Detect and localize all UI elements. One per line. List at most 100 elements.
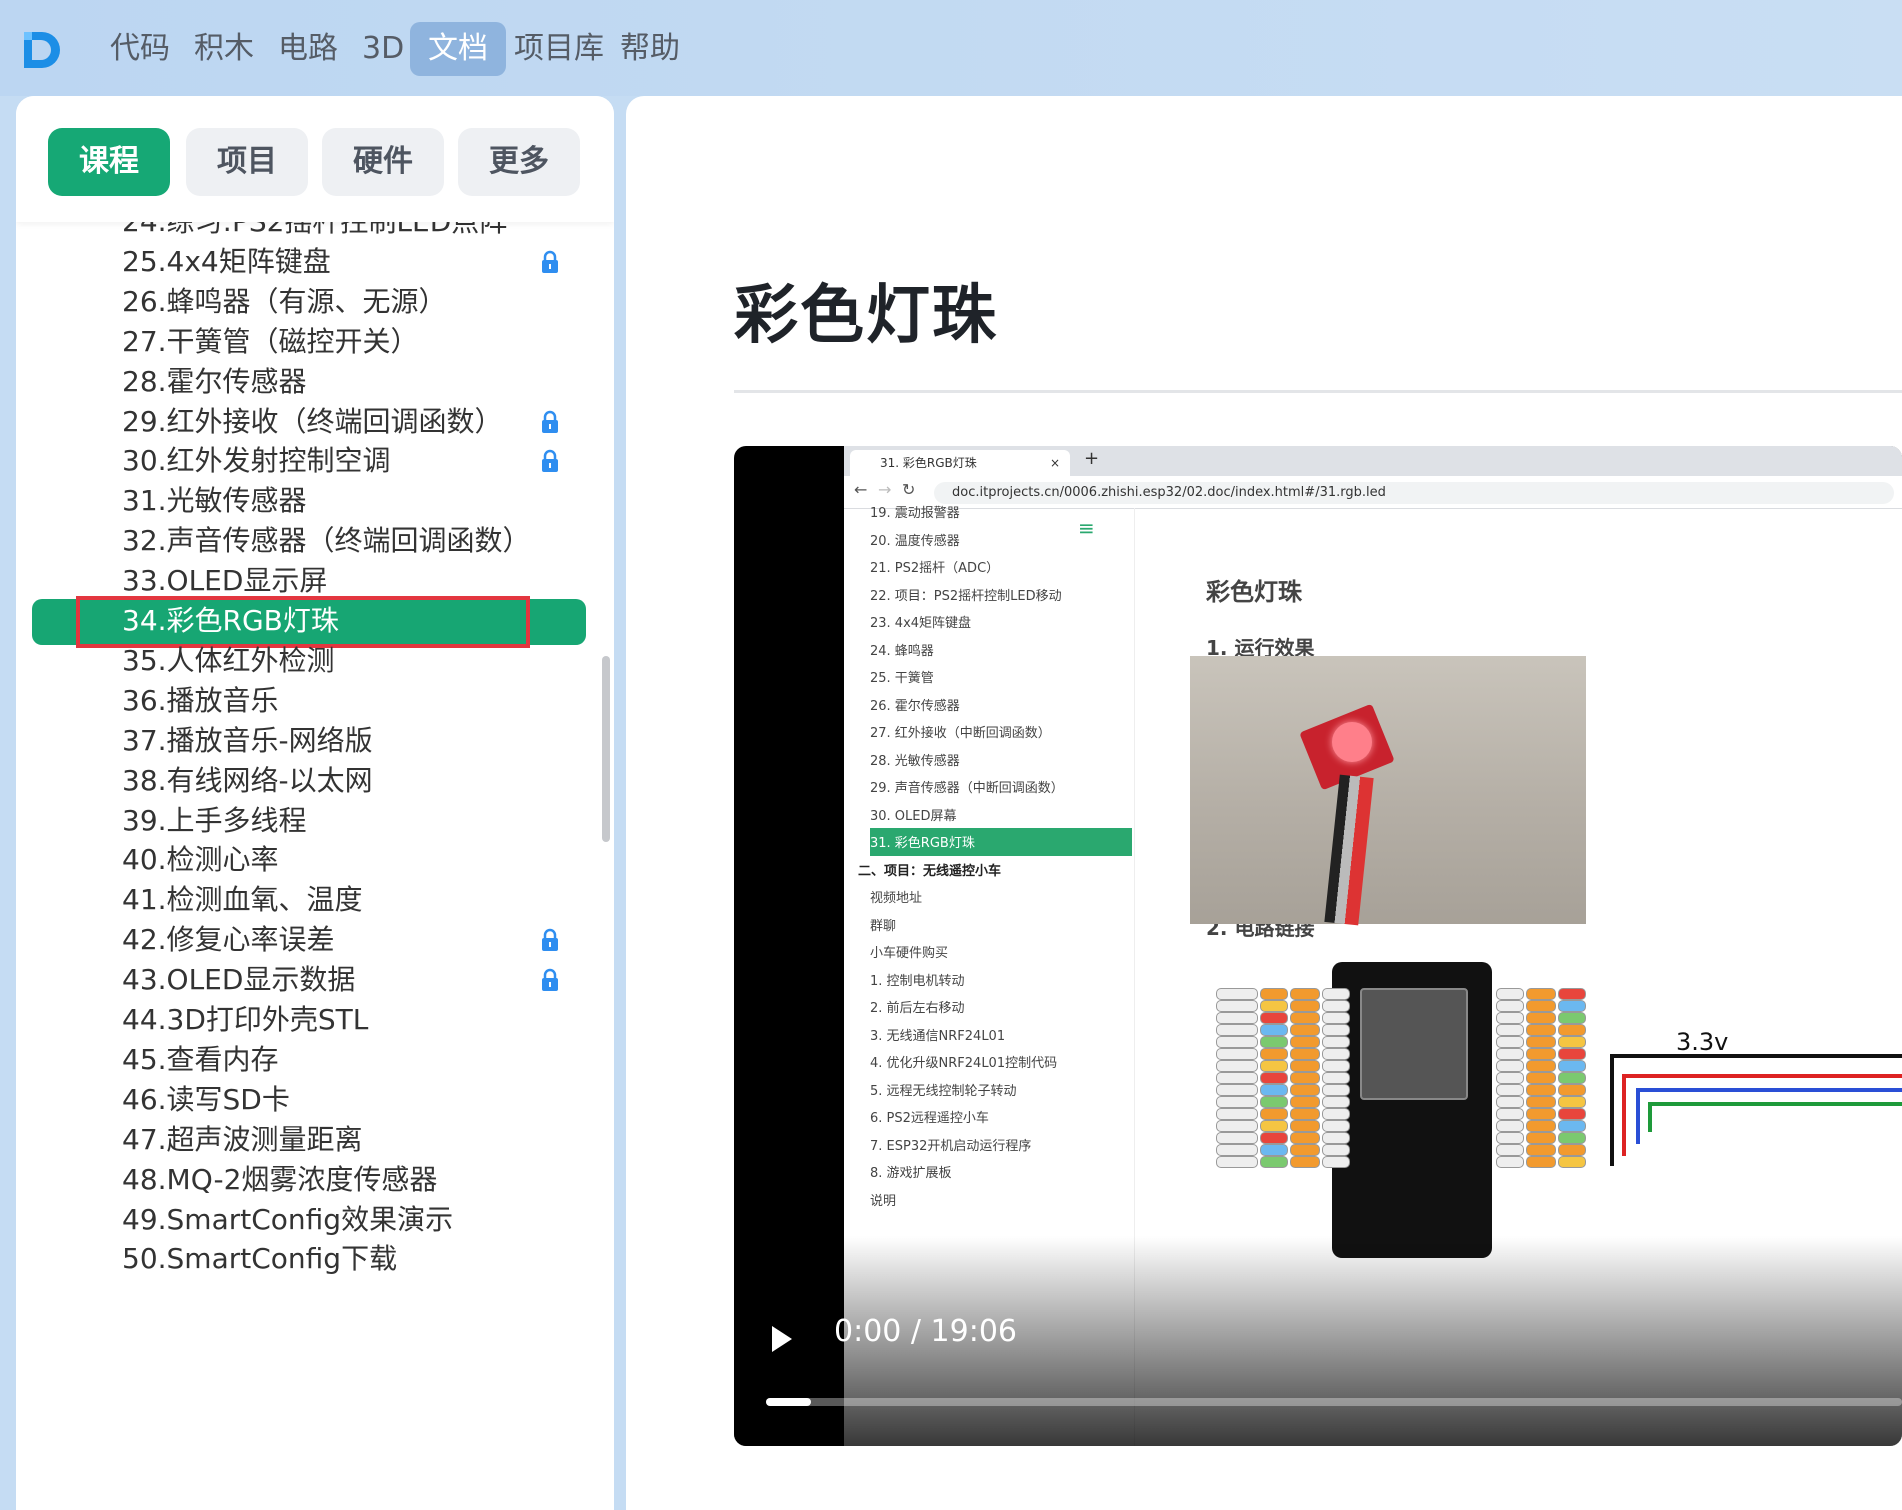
pin-label (1526, 1096, 1556, 1108)
pin-label (1290, 1156, 1320, 1168)
nav-code[interactable]: 代码 (92, 22, 188, 76)
pin-label (1216, 988, 1258, 1000)
video-progress-bar[interactable] (766, 1398, 1902, 1406)
sidebar-scrollbar[interactable] (602, 656, 610, 842)
pin-label (1260, 988, 1288, 1000)
pin-label (1322, 1132, 1350, 1144)
doc-content: 彩色灯珠 31. 彩色RGB灯珠 × + ← → ↻ doc.itproject… (626, 96, 1902, 1510)
pin-label (1558, 1144, 1586, 1156)
pin-label (1558, 1108, 1586, 1120)
nav-help[interactable]: 帮助 (602, 22, 698, 76)
pin-label (1216, 1012, 1258, 1024)
pin-label (1260, 1144, 1288, 1156)
pin-label (1260, 1156, 1288, 1168)
pin-label (1260, 1108, 1288, 1120)
browser-sidebar-item: 24. 蜂鸣器 (870, 643, 934, 659)
tab-projects[interactable]: 项目 (186, 128, 308, 196)
tab-courses[interactable]: 课程 (48, 128, 170, 196)
video-player[interactable]: 31. 彩色RGB灯珠 × + ← → ↻ doc.itprojects.cn/… (734, 446, 1902, 1446)
pin-label (1290, 1120, 1320, 1132)
pin-label (1290, 1060, 1320, 1072)
pin-label (1526, 1120, 1556, 1132)
pin-label (1526, 1024, 1556, 1036)
pin-label (1496, 1132, 1524, 1144)
pin-label (1322, 1096, 1350, 1108)
pin-label (1558, 1084, 1586, 1096)
pin-label (1496, 1096, 1524, 1108)
pin-label (1216, 1024, 1258, 1036)
pin-label (1496, 1108, 1524, 1120)
browser-sidebar-item: 7. ESP32开机启动运行程序 (870, 1138, 1032, 1154)
browser-sidebar-item: 30. OLED屏幕 (870, 808, 957, 824)
pin-label (1526, 1144, 1556, 1156)
tab-more[interactable]: 更多 (458, 128, 580, 196)
pin-label (1322, 1108, 1350, 1120)
video-time: 0:00 / 19:06 (834, 1314, 1018, 1349)
tab-hardware[interactable]: 硬件 (322, 128, 444, 196)
pin-label (1260, 1012, 1288, 1024)
lock-icon (542, 928, 558, 951)
pin-label (1322, 1012, 1350, 1024)
nav-circuit[interactable]: 电路 (260, 22, 356, 76)
pin-label (1526, 1000, 1556, 1012)
app-logo-icon[interactable] (20, 28, 64, 72)
close-icon: × (1050, 456, 1061, 470)
pin-label (1558, 1000, 1586, 1012)
pin-label (1322, 1060, 1350, 1072)
pin-label (1558, 1024, 1586, 1036)
pin-label (1290, 1096, 1320, 1108)
pin-label (1216, 1108, 1258, 1120)
browser-sidebar-item: 二、项目：无线遥控小车 (858, 863, 1002, 879)
pin-label (1216, 1120, 1258, 1132)
pin-label (1216, 1060, 1258, 1072)
browser-sidebar-item: 26. 霍尔传感器 (870, 698, 960, 714)
sidebar-tabs: 课程 项目 硬件 更多 (16, 96, 614, 222)
reload-icon: ↻ (902, 480, 916, 499)
video-progress-fill (766, 1398, 812, 1406)
pin-label (1496, 1036, 1524, 1048)
pin-label (1322, 1072, 1350, 1084)
pin-label (1496, 1084, 1524, 1096)
pin-label (1260, 1024, 1288, 1036)
pin-label (1216, 1048, 1258, 1060)
lock-icon (542, 968, 558, 991)
new-tab-icon: + (1084, 448, 1100, 469)
esp32-board (1332, 962, 1492, 1258)
forward-icon: → (878, 480, 892, 499)
browser-sidebar-item: 8. 游戏扩展板 (870, 1166, 952, 1181)
browser-sidebar-item: 22. 项目：PS2摇杆控制LED移动 (870, 588, 1062, 604)
pin-label (1558, 1072, 1586, 1084)
browser-sidebar-item: 21. PS2摇杆（ADC） (870, 561, 1000, 576)
course-item[interactable]: 50.SmartConfig下载 (122, 1235, 397, 1283)
back-icon: ← (854, 480, 868, 499)
pin-label (1290, 1000, 1320, 1012)
pin-label (1322, 1144, 1350, 1156)
pin-label (1322, 1000, 1350, 1012)
pin-label (1216, 1072, 1258, 1084)
pin-label (1216, 1156, 1258, 1168)
pin-label (1558, 1036, 1586, 1048)
pin-label (1260, 1096, 1288, 1108)
browser-sidebar-item: 25. 干簧管 (870, 671, 934, 686)
pin-label (1290, 1048, 1320, 1060)
pin-label (1496, 1000, 1524, 1012)
esp32-chip (1360, 988, 1468, 1100)
nav-blocks[interactable]: 积木 (176, 22, 272, 76)
pin-label (1558, 1048, 1586, 1060)
pin-label (1526, 1036, 1556, 1048)
pin-label (1216, 1084, 1258, 1096)
pin-label (1558, 1120, 1586, 1132)
pin-label (1290, 1144, 1320, 1156)
course-sidebar: 课程 项目 硬件 更多 24.练习:PS2摇杆控制LED点阵25.4x4矩阵键盘… (16, 96, 614, 1510)
pin-label (1290, 1108, 1320, 1120)
pin-label (1260, 1048, 1288, 1060)
pin-label (1322, 1024, 1350, 1036)
pin-label (1496, 1120, 1524, 1132)
pin-label (1216, 1132, 1258, 1144)
led-wires (1324, 774, 1374, 926)
pin-label (1558, 1132, 1586, 1144)
pin-label (1290, 988, 1320, 1000)
play-icon[interactable] (772, 1326, 792, 1352)
pin-label (1322, 1084, 1350, 1096)
nav-docs[interactable]: 文档 (410, 22, 506, 76)
